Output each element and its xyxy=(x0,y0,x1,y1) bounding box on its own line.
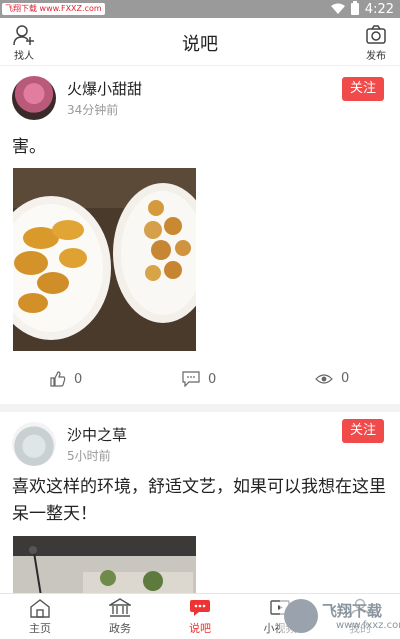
top-bar: 找人 说吧 发布 xyxy=(0,18,400,66)
thumbs-up-icon xyxy=(50,371,66,387)
tab-shuoba[interactable]: 说吧 xyxy=(160,594,240,639)
watermark-url: www.fxxz.com xyxy=(336,620,400,631)
avatar[interactable] xyxy=(12,422,56,466)
cafe-photo-image xyxy=(13,536,196,593)
post-feed[interactable]: 火爆小甜甜 34分钟前 关注 害。 0 0 0 沙中之草 5小时前 关注 喜欢这… xyxy=(0,66,400,593)
post-username[interactable]: 沙中之草 xyxy=(67,424,127,445)
like-count: 0 xyxy=(74,371,83,387)
comment-count: 0 xyxy=(208,371,217,387)
tab-label: 政务 xyxy=(109,621,131,635)
chat-bubble-icon xyxy=(190,599,210,616)
comment-button[interactable]: 0 xyxy=(182,371,216,387)
government-building-icon xyxy=(109,597,131,617)
download-site-badge: 飞翔下载 www.FXXZ.com xyxy=(2,3,105,15)
food-photo-image xyxy=(13,168,196,351)
publish-button[interactable]: 发布 xyxy=(356,24,396,62)
watermark-text: 飞翔下载 xyxy=(322,602,383,620)
tab-government[interactable]: 政务 xyxy=(80,594,160,639)
battery-icon xyxy=(350,1,359,15)
site-watermark: 飞翔下载 www.fxxz.com xyxy=(280,596,400,639)
like-button[interactable]: 0 xyxy=(50,371,82,387)
tab-home[interactable]: 主页 xyxy=(0,594,80,639)
avatar[interactable] xyxy=(12,76,56,120)
publish-label: 发布 xyxy=(366,51,386,62)
status-icons: 4:22 xyxy=(330,0,394,18)
post-username[interactable]: 火爆小甜甜 xyxy=(67,78,142,99)
post-card[interactable]: 火爆小甜甜 34分钟前 关注 害。 0 0 0 xyxy=(0,66,400,404)
post-card[interactable]: 沙中之草 5小时前 关注 喜欢这样的环境，舒适文艺，如果可以我想在这里呆一整天！ xyxy=(0,412,400,593)
post-text: 喜欢这样的环境，舒适文艺，如果可以我想在这里呆一整天！ xyxy=(12,477,386,524)
clock: 4:22 xyxy=(364,1,394,17)
follow-button[interactable]: 关注 xyxy=(342,419,384,443)
comment-icon xyxy=(182,371,200,387)
watermark-logo-icon xyxy=(284,599,318,633)
eye-icon xyxy=(315,373,333,384)
tab-label: 主页 xyxy=(29,621,51,635)
wifi-icon xyxy=(330,3,345,14)
status-bar: 飞翔下载 www.FXXZ.com 4:22 xyxy=(0,0,400,18)
post-actions: 0 0 0 xyxy=(0,371,400,393)
post-divider xyxy=(0,404,400,412)
views-indicator: 0 xyxy=(315,371,349,386)
follow-button[interactable]: 关注 xyxy=(342,77,384,101)
post-time: 34分钟前 xyxy=(67,103,119,117)
tab-label: 说吧 xyxy=(189,621,211,635)
post-photo[interactable] xyxy=(13,536,196,593)
view-count: 0 xyxy=(341,371,350,386)
post-time: 5小时前 xyxy=(67,449,111,463)
post-text: 害。 xyxy=(12,137,46,157)
page-title: 说吧 xyxy=(182,34,218,55)
camera-icon xyxy=(366,25,386,44)
home-icon xyxy=(30,598,50,618)
post-photo[interactable] xyxy=(13,168,196,351)
